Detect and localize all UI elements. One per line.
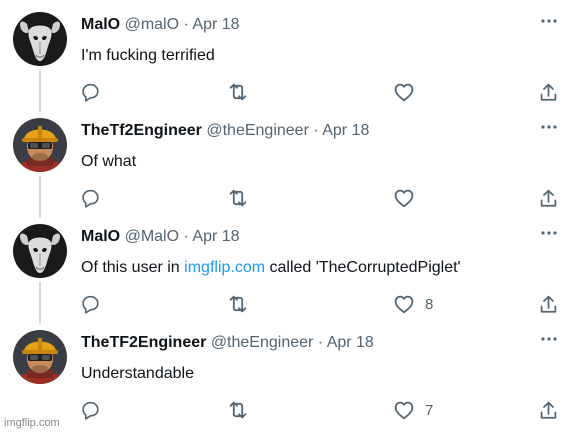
retweet-icon (226, 398, 250, 422)
like-icon (392, 292, 416, 316)
reply-icon (79, 399, 101, 421)
retweet-button[interactable] (226, 396, 250, 424)
tweet-item[interactable]: TheTF2Engineer @theEngineer · Apr 18 Und… (0, 318, 577, 424)
tweet-date[interactable]: Apr 18 (192, 16, 239, 33)
like-icon (392, 80, 416, 104)
reply-icon (79, 293, 101, 315)
like-button[interactable] (392, 184, 425, 212)
tweet-header: MalO @MalO · Apr 18 (81, 227, 240, 247)
share-icon (537, 187, 560, 210)
goat-skull-avatar[interactable] (13, 12, 67, 66)
more-icon[interactable] (539, 120, 559, 132)
tweet-text-part: I'm fucking terrified (81, 47, 215, 64)
tweet-text: Of this user in imgflip.com called 'TheC… (81, 258, 461, 278)
goat-skull-avatar[interactable] (13, 224, 67, 278)
tweet-header: TheTf2Engineer @theEngineer · Apr 18 (81, 121, 369, 141)
tweet-date[interactable]: Apr 18 (327, 334, 374, 351)
reply-button[interactable] (79, 78, 101, 106)
tweet-item[interactable]: TheTf2Engineer @theEngineer · Apr 18 Of … (0, 106, 577, 218)
like-icon (392, 398, 416, 422)
more-icon[interactable] (539, 332, 559, 344)
like-count: 7 (425, 401, 434, 419)
engineer-avatar[interactable] (13, 330, 67, 384)
retweet-button[interactable] (226, 78, 250, 106)
reply-button[interactable] (79, 184, 101, 212)
retweet-button[interactable] (226, 184, 250, 212)
display-name[interactable]: TheTF2Engineer (81, 334, 206, 351)
display-name[interactable]: MalO (81, 228, 120, 245)
like-button[interactable]: 7 (392, 396, 433, 424)
engineer-avatar[interactable] (13, 118, 67, 172)
tweet-header: TheTF2Engineer @theEngineer · Apr 18 (81, 333, 374, 353)
tweet-text-part: Of what (81, 153, 137, 170)
more-icon[interactable] (539, 14, 559, 26)
tweet-text: I'm fucking terrified (81, 46, 215, 66)
tweet-actions: 8 (0, 290, 577, 318)
like-count: 8 (425, 295, 434, 313)
separator-dot: · (317, 334, 324, 351)
user-handle[interactable]: @theEngineer (206, 122, 309, 139)
retweet-icon (226, 80, 250, 104)
like-icon (392, 186, 416, 210)
separator-dot: · (313, 122, 319, 139)
tweet-text-part: Understandable (81, 365, 194, 382)
tweet-text: Of what (81, 152, 136, 172)
tweet-item[interactable]: MalO @MalO · Apr 18 Of this user in imgf… (0, 212, 577, 324)
share-button[interactable] (537, 396, 560, 424)
tweet-actions (0, 78, 577, 106)
share-button[interactable] (537, 184, 560, 212)
user-handle[interactable]: @malO (125, 16, 179, 33)
display-name[interactable]: TheTf2Engineer (81, 122, 202, 139)
tweet-actions: 7 (0, 396, 577, 424)
retweet-icon (226, 292, 250, 316)
tweet-header: MalO @malO · Apr 18 (81, 15, 240, 35)
tweet-text: Understandable (81, 364, 194, 384)
tweet-text-part: called 'TheCorruptedPiglet' (265, 259, 461, 276)
tweet-actions (0, 184, 577, 212)
reply-icon (79, 81, 101, 103)
tweet-date[interactable]: Apr 18 (192, 228, 239, 245)
like-button[interactable]: 8 (392, 290, 433, 318)
separator-dot: · (183, 228, 189, 245)
share-button[interactable] (537, 290, 560, 318)
share-icon (537, 293, 560, 316)
tweet-text-part: Of this user in (81, 259, 185, 276)
separator-dot: · (183, 16, 189, 33)
retweet-button[interactable] (226, 290, 250, 318)
tweet-link[interactable]: imgflip.com (184, 259, 265, 276)
share-button[interactable] (537, 78, 560, 106)
tweet-date[interactable]: Apr 18 (322, 122, 369, 139)
tweet-thread: MalO @malO · Apr 18 I'm fucking terrifie… (0, 0, 577, 433)
reply-button[interactable] (79, 396, 101, 424)
watermark: imgflip.com (4, 417, 60, 429)
display-name[interactable]: MalO (81, 16, 120, 33)
share-icon (537, 399, 560, 422)
share-icon (537, 81, 560, 104)
tweet-item[interactable]: MalO @malO · Apr 18 I'm fucking terrifie… (0, 0, 577, 112)
reply-button[interactable] (79, 290, 101, 318)
like-button[interactable] (392, 78, 425, 106)
more-icon[interactable] (539, 226, 559, 238)
reply-icon (79, 187, 101, 209)
retweet-icon (226, 186, 250, 210)
user-handle[interactable]: @MalO (125, 228, 179, 245)
user-handle[interactable]: @theEngineer (211, 334, 314, 351)
